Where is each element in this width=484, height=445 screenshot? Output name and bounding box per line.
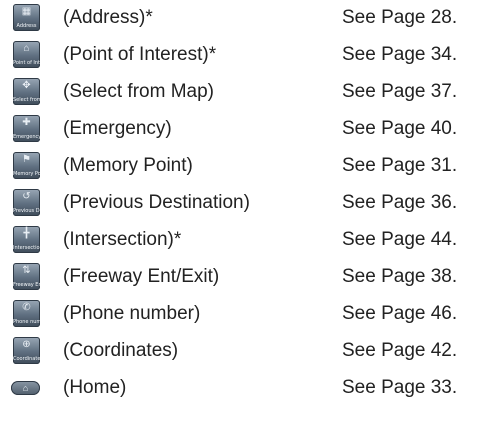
item-label: (Coordinates) (63, 340, 179, 361)
item-label: (Emergency) (63, 118, 172, 139)
list-item-coordinates: ⊕ Coordinates (Coordinates) See Page 42. (0, 333, 484, 373)
previous-destination-icon[interactable]: ↺ Previous Destination (13, 189, 40, 216)
page-reference: See Page 33. (342, 377, 458, 398)
list-item-memory-point: ⚑ Memory Point (Memory Point) See Page 3… (0, 148, 484, 188)
item-label: (Phone number) (63, 303, 201, 324)
intersection-icon[interactable]: ╋ Intersection (13, 226, 40, 253)
list-item-freeway-ent-exit: ⇅ Freeway Ent/Exit (Freeway Ent/Exit) Se… (0, 259, 484, 299)
list-item-previous-destination: ↺ Previous Destination (Previous Destina… (0, 185, 484, 225)
emergency-icon[interactable]: ✚ Emergency (13, 115, 40, 142)
memory-point-icon[interactable]: ⚑ Memory Point (13, 152, 40, 179)
item-label: (Address)* (63, 7, 153, 28)
item-label: (Memory Point) (63, 155, 193, 176)
page-reference: See Page 46. (342, 303, 458, 324)
page-reference: See Page 37. (342, 81, 458, 102)
page-reference: See Page 28. (342, 7, 458, 28)
freeway-ent-exit-icon[interactable]: ⇅ Freeway Ent/Exit (13, 263, 40, 290)
item-label: (Freeway Ent/Exit) (63, 266, 220, 287)
select-from-map-icon[interactable]: ✥ Select from Map (13, 78, 40, 105)
page-reference: See Page 38. (342, 266, 458, 287)
list-item-address: ▦ Address (Address)* See Page 28. (0, 0, 484, 40)
list-item-point-of-interest: ⌂ Point of Interest (Point of Interest)*… (0, 37, 484, 77)
phone-number-icon[interactable]: ✆ Phone number (13, 300, 40, 327)
list-item-home: ⌂ (Home) See Page 33. (0, 370, 484, 410)
list-item-phone-number: ✆ Phone number (Phone number) See Page 4… (0, 296, 484, 336)
list-item-select-from-map: ✥ Select from Map (Select from Map) See … (0, 74, 484, 114)
item-label: (Home) (63, 377, 127, 398)
list-item-emergency: ✚ Emergency (Emergency) See Page 40. (0, 111, 484, 151)
item-label: (Intersection)* (63, 229, 182, 250)
page-reference: See Page 31. (342, 155, 458, 176)
page-reference: See Page 36. (342, 192, 458, 213)
coordinates-icon[interactable]: ⊕ Coordinates (13, 337, 40, 364)
point-of-interest-icon[interactable]: ⌂ Point of Interest (13, 41, 40, 68)
home-icon[interactable]: ⌂ (11, 381, 40, 395)
item-label: (Previous Destination) (63, 192, 250, 213)
item-label: (Point of Interest)* (63, 44, 217, 65)
page-reference: See Page 42. (342, 340, 458, 361)
list-item-intersection: ╋ Intersection (Intersection)* See Page … (0, 222, 484, 262)
page-reference: See Page 34. (342, 44, 458, 65)
page-reference: See Page 44. (342, 229, 458, 250)
address-icon[interactable]: ▦ Address (13, 4, 40, 31)
item-label: (Select from Map) (63, 81, 214, 102)
page-reference: See Page 40. (342, 118, 458, 139)
